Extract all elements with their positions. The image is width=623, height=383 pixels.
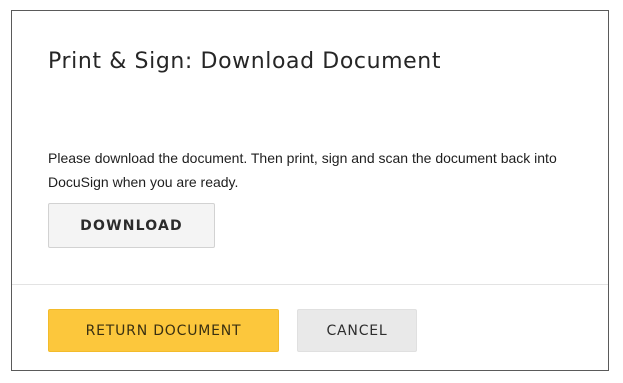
dialog-message: Please download the document. Then print…: [48, 150, 557, 190]
download-button[interactable]: DOWNLOAD: [48, 203, 215, 248]
print-and-sign-dialog: Print & Sign: Download Document Please d…: [11, 10, 609, 371]
dialog-title: Print & Sign: Download Document: [48, 49, 442, 74]
cancel-button[interactable]: CANCEL: [297, 309, 417, 352]
footer-divider: [12, 284, 608, 285]
return-document-button[interactable]: RETURN DOCUMENT: [48, 309, 279, 352]
